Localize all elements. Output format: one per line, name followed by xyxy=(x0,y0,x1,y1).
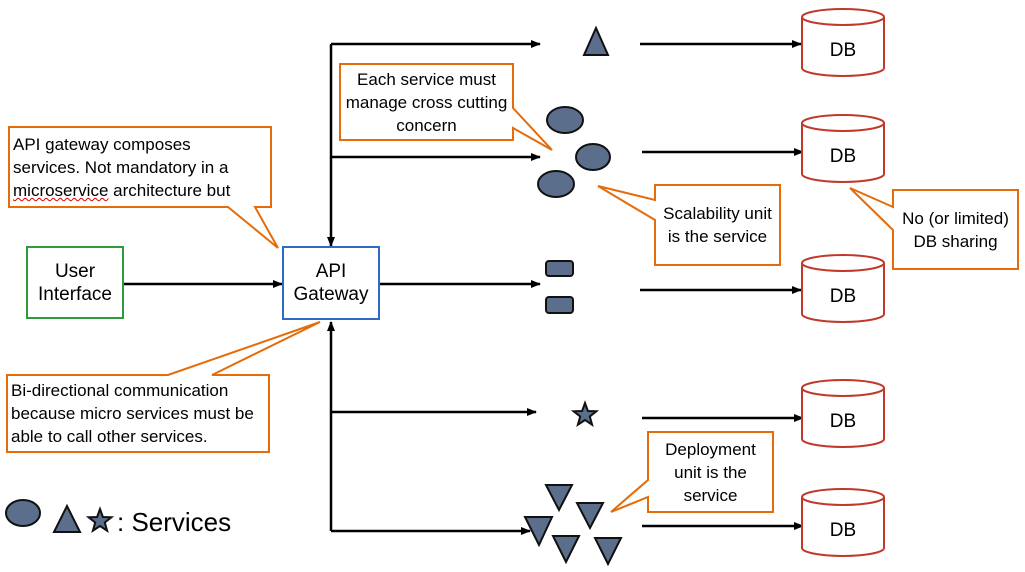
database-label: DB xyxy=(829,146,857,167)
callout-line: API gateway composes xyxy=(13,135,191,154)
legend-label: : Services xyxy=(117,507,232,537)
ellipse-icon xyxy=(575,143,611,171)
legend-star-icon xyxy=(85,506,115,534)
triangle-down-icon xyxy=(544,484,574,513)
user-interface-label: User Interface xyxy=(38,260,112,305)
callout-db-sharing: No (or limited) DB sharing xyxy=(902,208,1009,251)
rounded-rect-icon xyxy=(545,260,574,277)
callout-deployment: Deployment unit is the service xyxy=(665,439,756,505)
triangle-down-icon xyxy=(551,535,581,565)
callout-line: services. Not mandatory in a xyxy=(13,158,229,177)
database-label: DB xyxy=(829,40,857,61)
triangle-down-icon xyxy=(593,537,623,567)
callout-cross-cutting: Each service must manage cross cutting c… xyxy=(345,69,508,135)
callout-line: microservice architecture but xyxy=(13,179,273,202)
microservices-diagram: User Interface API Gateway DB DB DB DB DB AP… xyxy=(0,0,1025,572)
legend-ellipse-icon xyxy=(5,499,41,527)
database-label: DB xyxy=(829,520,857,541)
callout-bidirectional: Bi-directional communication because mic… xyxy=(11,381,254,446)
star-icon xyxy=(570,400,600,428)
database-label: DB xyxy=(829,411,857,432)
callout-gateway-composes: API gateway composes services. Not manda… xyxy=(13,133,273,203)
triangle-icon xyxy=(582,25,610,56)
legend-triangle-icon xyxy=(52,503,82,533)
misspelled-word: microservice xyxy=(13,181,109,200)
callout-scalability: Scalability unit is the service xyxy=(663,204,772,246)
ellipse-icon xyxy=(537,170,575,198)
triangle-down-icon xyxy=(575,502,605,531)
ellipse-icon xyxy=(546,106,584,134)
callout-text: architecture but xyxy=(108,181,231,200)
api-gateway-label: API Gateway xyxy=(293,261,369,305)
rounded-rect-icon xyxy=(545,296,574,314)
database-label: DB xyxy=(829,286,857,307)
